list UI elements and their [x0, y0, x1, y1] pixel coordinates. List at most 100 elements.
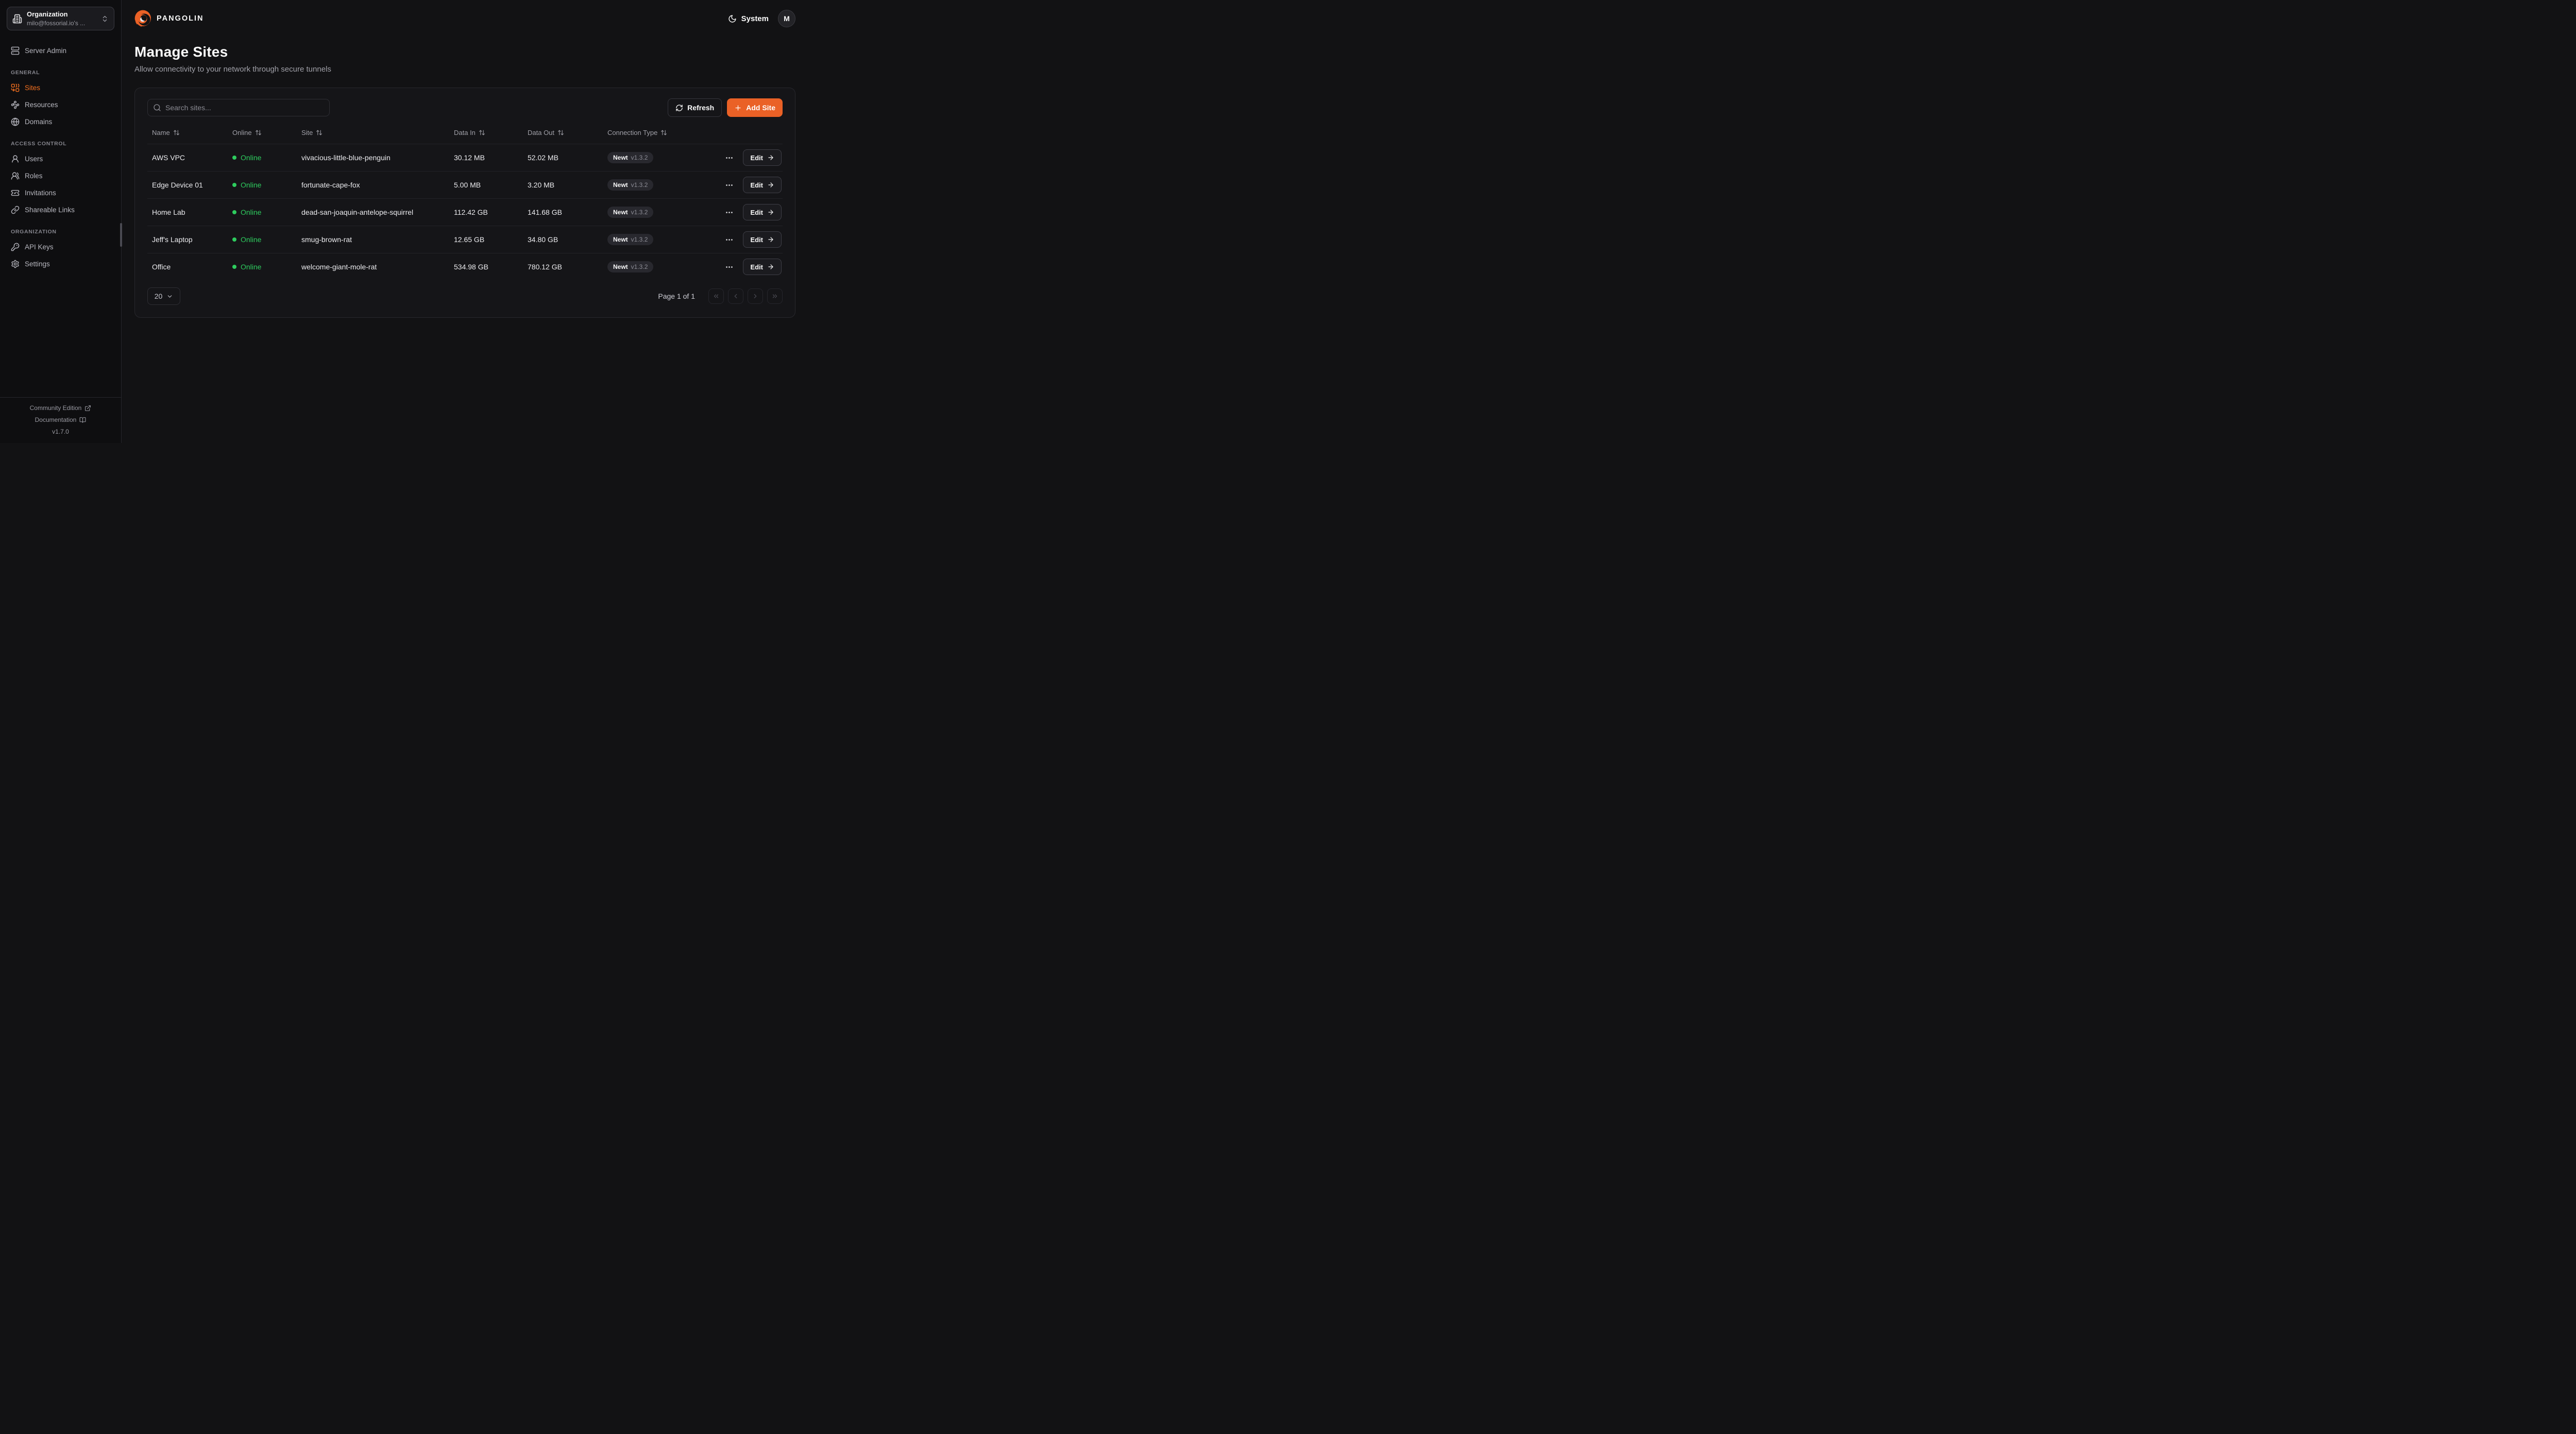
- external-link-icon: [84, 405, 91, 412]
- search-input[interactable]: [147, 99, 330, 116]
- site-name-cell: Jeff's Laptop: [147, 235, 228, 244]
- refresh-button[interactable]: Refresh: [668, 98, 722, 117]
- site-name-cell: Edge Device 01: [147, 181, 228, 189]
- sidebar-item-server-admin[interactable]: Server Admin: [7, 42, 114, 59]
- connection-name: Newt: [613, 264, 628, 270]
- page-size-select[interactable]: 20: [147, 287, 180, 305]
- sidebar-item-settings[interactable]: Settings: [7, 255, 114, 272]
- last-page-button[interactable]: [767, 288, 783, 304]
- data-out-cell: 141.68 GB: [523, 208, 603, 216]
- sidebar-item-label: API Keys: [25, 243, 54, 251]
- section-label-organization: ORGANIZATION: [11, 229, 110, 235]
- documentation-label: Documentation: [35, 416, 77, 423]
- user-icon: [11, 155, 20, 163]
- section-label-general: GENERAL: [11, 70, 110, 76]
- sidebar-item-resources[interactable]: Resources: [7, 96, 114, 113]
- org-switcher-title: Organization: [27, 10, 96, 19]
- chevron-right-icon: [752, 293, 759, 300]
- sidebar-item-label: Users: [25, 155, 43, 163]
- row-menu-button[interactable]: [724, 234, 735, 245]
- table-row: Home Lab Online dead-san-joaquin-antelop…: [147, 198, 783, 226]
- combine-icon: [11, 83, 20, 92]
- sidebar-item-domains[interactable]: Domains: [7, 113, 114, 130]
- site-slug-cell: dead-san-joaquin-antelope-squirrel: [297, 208, 449, 216]
- data-in-cell: 534.98 GB: [449, 263, 523, 271]
- site-slug-cell: welcome-giant-mole-rat: [297, 263, 449, 271]
- documentation-link[interactable]: Documentation: [35, 416, 87, 423]
- sidebar-item-roles[interactable]: Roles: [7, 167, 114, 184]
- column-label: Online: [232, 129, 252, 136]
- sort-arrows-icon: [255, 129, 262, 136]
- add-site-button[interactable]: Add Site: [727, 98, 783, 117]
- edit-button[interactable]: Edit: [743, 204, 782, 220]
- row-menu-button[interactable]: [724, 262, 735, 272]
- edit-button[interactable]: Edit: [743, 177, 782, 193]
- site-slug-cell: vivacious-little-blue-penguin: [297, 153, 449, 162]
- site-name-cell: AWS VPC: [147, 153, 228, 162]
- sort-arrows-icon: [479, 129, 485, 136]
- edit-button[interactable]: Edit: [743, 149, 782, 166]
- online-dot-icon: [232, 210, 236, 214]
- server-icon: [11, 46, 20, 55]
- column-header-site[interactable]: Site: [297, 129, 449, 136]
- key-icon: [11, 243, 20, 251]
- row-menu-button[interactable]: [724, 180, 735, 191]
- sidebar-item-invitations[interactable]: Invitations: [7, 184, 114, 201]
- main-area: PANGOLIN System M Manage Sites Allow con…: [122, 0, 808, 443]
- connection-name: Newt: [613, 236, 628, 243]
- moon-icon: [728, 14, 737, 23]
- sidebar-item-api-keys[interactable]: API Keys: [7, 238, 114, 255]
- pangolin-logo-icon: [134, 10, 152, 27]
- site-name-cell: Office: [147, 263, 228, 271]
- edit-button[interactable]: Edit: [743, 231, 782, 248]
- ellipsis-icon: [725, 153, 734, 162]
- row-actions: Edit: [716, 231, 783, 248]
- edit-label: Edit: [750, 209, 763, 216]
- org-switcher[interactable]: Organization milo@fossorial.io's ...: [7, 7, 114, 30]
- theme-toggle[interactable]: System: [728, 14, 769, 23]
- avatar[interactable]: M: [778, 10, 795, 27]
- gear-icon: [11, 260, 20, 268]
- sidebar-resize-handle[interactable]: [120, 223, 122, 247]
- connection-name: Newt: [613, 155, 628, 161]
- column-header-name[interactable]: Name: [147, 129, 228, 136]
- arrow-right-icon: [767, 209, 774, 216]
- org-switcher-texts: Organization milo@fossorial.io's ...: [27, 10, 96, 27]
- building-icon: [12, 14, 22, 24]
- connection-type-cell: Newtv1.3.2: [603, 207, 716, 218]
- status-badge: Online: [228, 181, 297, 189]
- data-out-cell: 52.02 MB: [523, 153, 603, 162]
- ellipsis-icon: [725, 235, 734, 244]
- theme-toggle-label: System: [741, 14, 769, 23]
- sidebar-item-sites[interactable]: Sites: [7, 79, 114, 96]
- column-header-connection-type[interactable]: Connection Type: [603, 129, 716, 136]
- sidebar-item-users[interactable]: Users: [7, 150, 114, 167]
- sidebar-footer: Community Edition Documentation v1.7.0: [0, 397, 121, 443]
- data-out-cell: 3.20 MB: [523, 181, 603, 189]
- refresh-label: Refresh: [687, 104, 714, 112]
- next-page-button[interactable]: [748, 288, 763, 304]
- column-header-data-out[interactable]: Data Out: [523, 129, 603, 136]
- status-badge: Online: [228, 263, 297, 271]
- sidebar-item-shareable-links[interactable]: Shareable Links: [7, 201, 114, 218]
- edit-button[interactable]: Edit: [743, 259, 782, 275]
- connection-badge: Newtv1.3.2: [607, 179, 653, 191]
- edit-label: Edit: [750, 236, 763, 244]
- connection-badge: Newtv1.3.2: [607, 261, 653, 272]
- row-menu-button[interactable]: [724, 152, 735, 163]
- site-slug-cell: fortunate-cape-fox: [297, 181, 449, 189]
- sidebar-item-label: Sites: [25, 84, 40, 92]
- row-menu-button[interactable]: [724, 207, 735, 218]
- brand: PANGOLIN: [134, 10, 204, 27]
- prev-page-button[interactable]: [728, 288, 743, 304]
- avatar-initial: M: [784, 14, 790, 23]
- column-header-online[interactable]: Online: [228, 129, 297, 136]
- arrow-right-icon: [767, 236, 774, 243]
- column-header-data-in[interactable]: Data In: [449, 129, 523, 136]
- community-edition-link[interactable]: Community Edition: [30, 404, 92, 412]
- connection-name: Newt: [613, 182, 628, 188]
- status-label: Online: [241, 181, 261, 189]
- first-page-button[interactable]: [708, 288, 724, 304]
- sort-arrows-icon: [173, 129, 180, 136]
- toolbar-buttons: Refresh Add Site: [668, 98, 783, 117]
